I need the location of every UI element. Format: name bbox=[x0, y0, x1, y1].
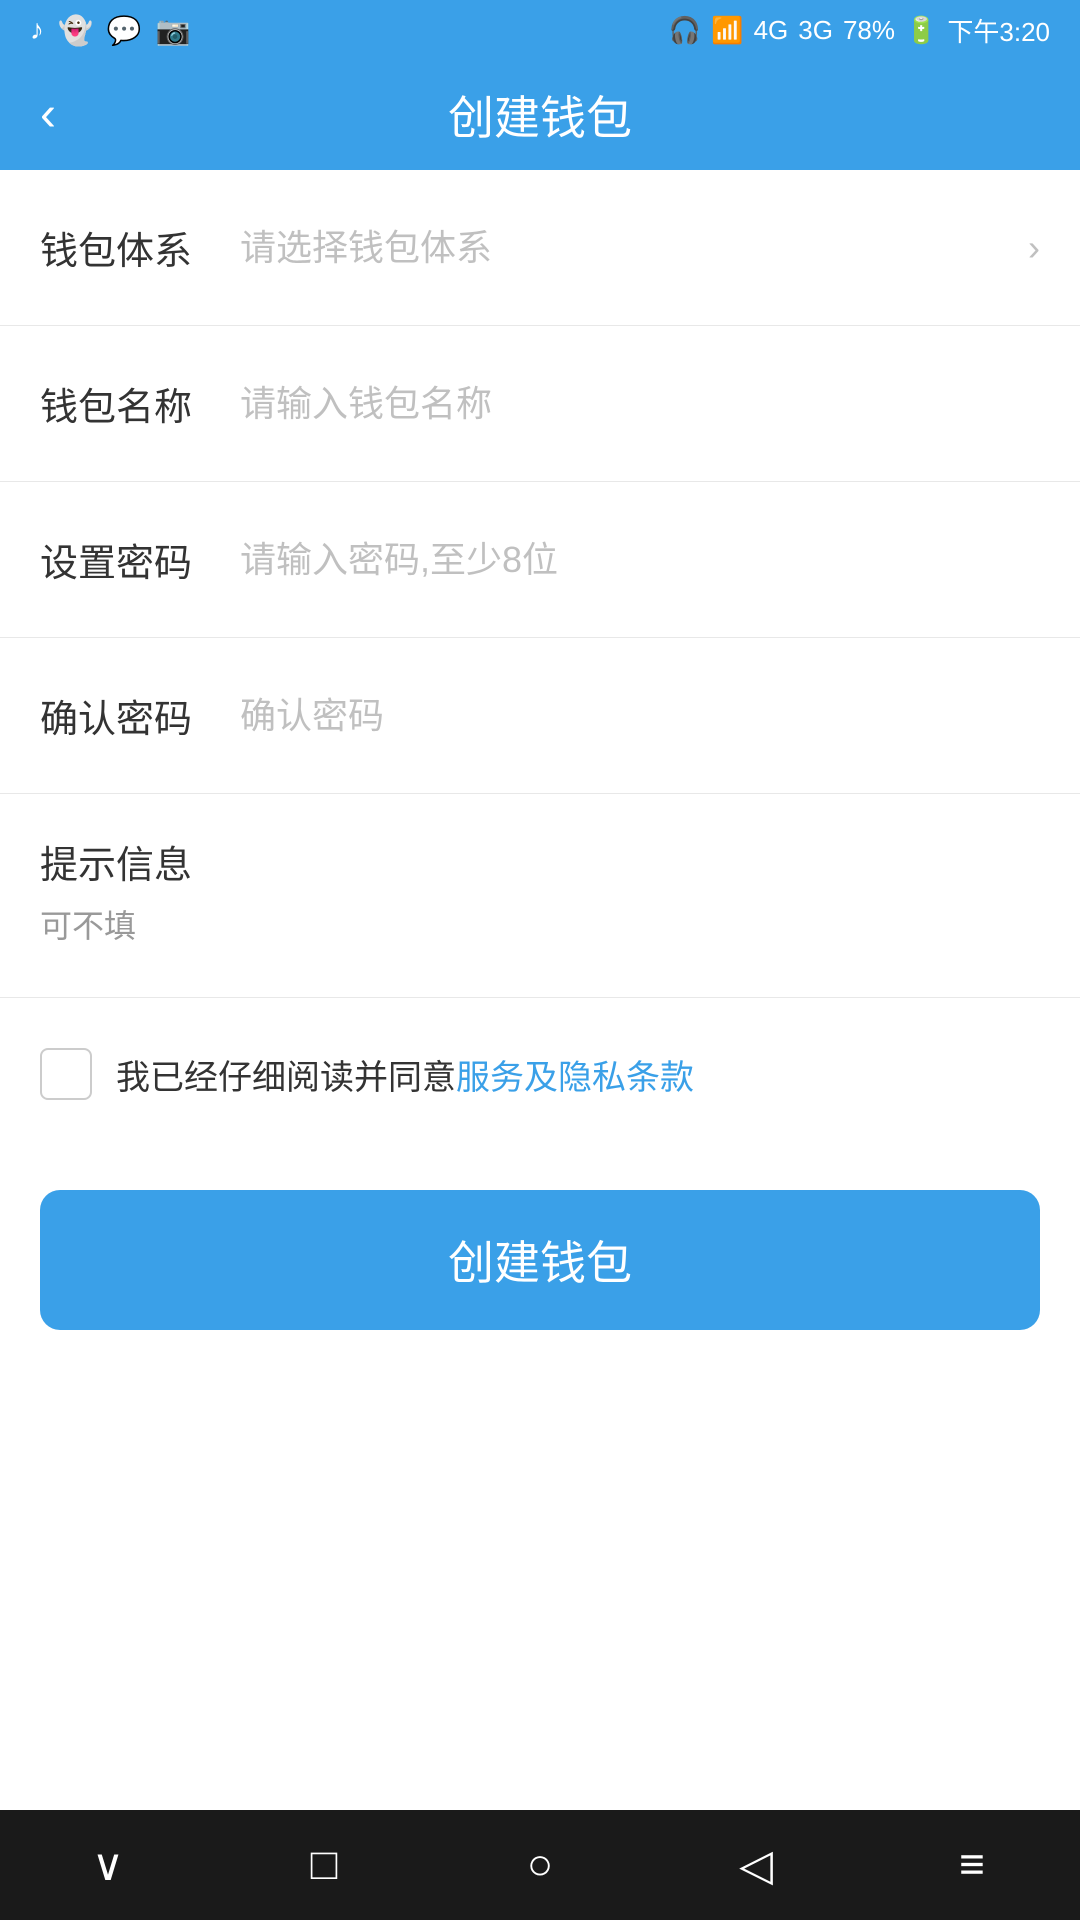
status-bar: ♪ 👻 💬 📷 🎧 📶 4G 3G 78% 🔋 下午3:20 bbox=[0, 0, 1080, 60]
chevron-right-icon: › bbox=[1028, 227, 1040, 269]
music-icon: ♪ bbox=[30, 14, 44, 46]
back-button[interactable]: ‹ bbox=[40, 91, 56, 139]
wallet-system-row[interactable]: 钱包体系 › bbox=[0, 170, 1080, 326]
time-label: 下午3:20 bbox=[947, 12, 1050, 49]
wifi-icon: 📶 bbox=[711, 15, 743, 46]
nav-square-icon[interactable]: □ bbox=[284, 1825, 364, 1905]
signal-4g-label: 4G bbox=[754, 15, 789, 46]
agreement-text: 我已经仔细阅读并同意服务及隐私条款 bbox=[116, 1050, 694, 1099]
app-header: ‹ 创建钱包 bbox=[0, 60, 1080, 170]
form-content: 钱包体系 › 钱包名称 设置密码 确认密码 提示信息 可不填 我已经仔细阅读并同… bbox=[0, 170, 1080, 1810]
create-wallet-button[interactable]: 创建钱包 bbox=[40, 1190, 1040, 1330]
hint-sub-label: 可不填 bbox=[40, 901, 1040, 947]
nav-home-icon[interactable]: ○ bbox=[500, 1825, 580, 1905]
agreement-link[interactable]: 服务及隐私条款 bbox=[456, 1059, 694, 1097]
battery-icon: 🔋 bbox=[905, 15, 937, 46]
confirm-password-input[interactable] bbox=[220, 695, 1040, 737]
wallet-name-input[interactable] bbox=[220, 383, 1040, 425]
password-label: 设置密码 bbox=[40, 532, 220, 587]
confirm-password-label: 确认密码 bbox=[40, 688, 220, 743]
snapchat-icon: 👻 bbox=[58, 14, 93, 47]
battery-label: 78% bbox=[843, 15, 895, 46]
nav-down-icon[interactable]: ∨ bbox=[68, 1825, 148, 1905]
signal-3g-label: 3G bbox=[798, 15, 833, 46]
agreement-row: 我已经仔细阅读并同意服务及隐私条款 bbox=[0, 998, 1080, 1150]
status-right-info: 🎧 📶 4G 3G 78% 🔋 下午3:20 bbox=[669, 12, 1050, 49]
bottom-nav-bar: ∨ □ ○ ◁ ≡ bbox=[0, 1810, 1080, 1920]
wallet-name-label: 钱包名称 bbox=[40, 376, 220, 431]
wallet-system-label: 钱包体系 bbox=[40, 220, 220, 275]
password-input[interactable] bbox=[220, 539, 1040, 581]
confirm-password-row: 确认密码 bbox=[0, 638, 1080, 794]
password-row: 设置密码 bbox=[0, 482, 1080, 638]
create-button-wrap: 创建钱包 bbox=[0, 1150, 1080, 1370]
camera-icon: 📷 bbox=[156, 14, 191, 47]
status-left-icons: ♪ 👻 💬 📷 bbox=[30, 14, 191, 47]
agreement-checkbox[interactable] bbox=[40, 1048, 92, 1100]
headphone-icon: 🎧 bbox=[669, 15, 701, 46]
wallet-system-input[interactable] bbox=[220, 227, 1018, 269]
wechat-icon: 💬 bbox=[107, 14, 142, 47]
page-title: 创建钱包 bbox=[448, 82, 632, 148]
wallet-name-row: 钱包名称 bbox=[0, 326, 1080, 482]
hint-label: 提示信息 bbox=[40, 834, 1040, 889]
agreement-prefix: 我已经仔细阅读并同意 bbox=[116, 1059, 456, 1097]
hint-row: 提示信息 可不填 bbox=[0, 794, 1080, 998]
nav-menu-icon[interactable]: ≡ bbox=[932, 1825, 1012, 1905]
nav-back-icon[interactable]: ◁ bbox=[716, 1825, 796, 1905]
